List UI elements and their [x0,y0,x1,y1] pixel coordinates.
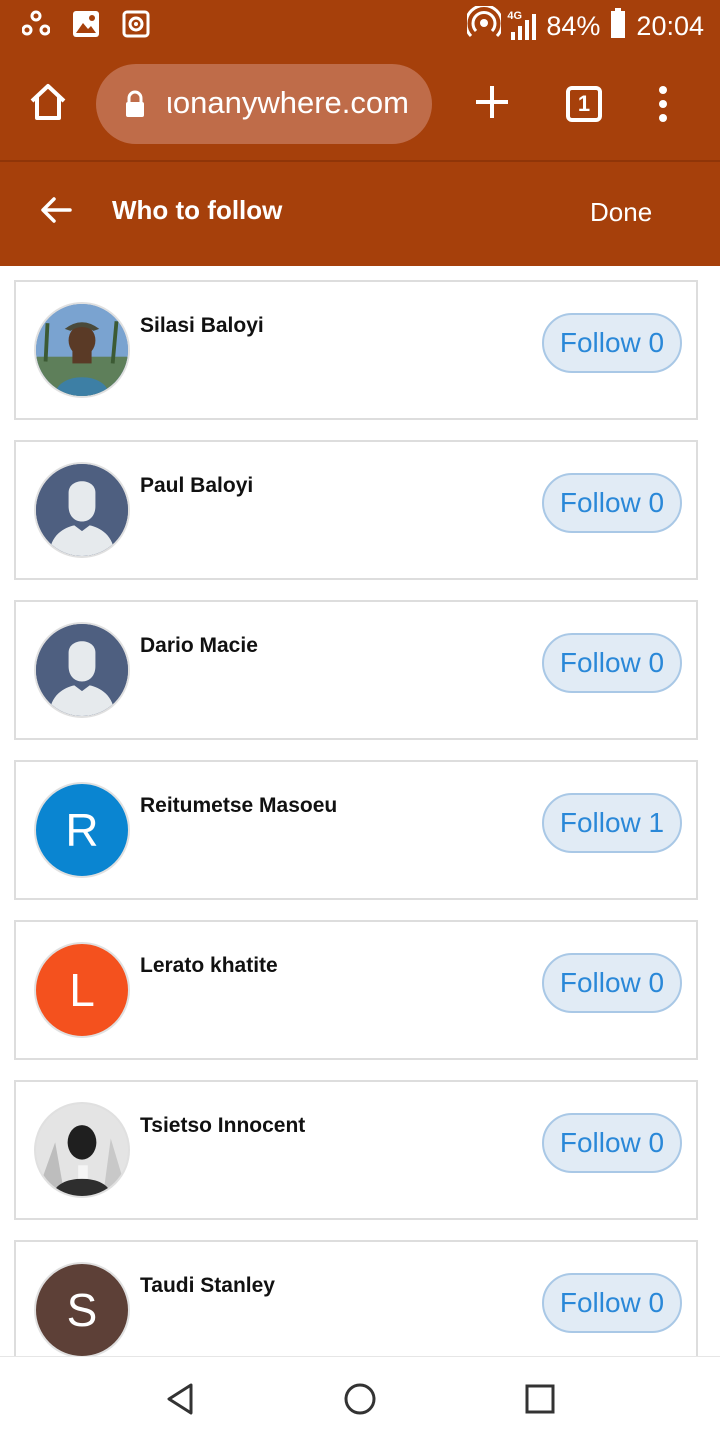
tab-count: 1 [577,91,591,116]
list-item: Dario Macie Follow 0 [14,600,698,740]
lock-icon [124,90,146,123]
signal-icon: 4G [507,10,537,40]
who-to-follow-list: Silasi Baloyi Follow 0 Paul Baloyi Follo… [0,266,720,1356]
list-item: Paul Baloyi Follow 0 [14,440,698,580]
nav-home-icon[interactable] [342,1381,378,1422]
user-name[interactable]: Lerato khatite [140,954,278,978]
follow-button[interactable]: Follow 0 [542,313,682,373]
home-icon[interactable] [26,80,70,124]
avatar[interactable] [34,462,130,558]
overflow-menu-icon[interactable] [652,84,674,124]
nav-recents-icon[interactable] [524,1383,556,1420]
back-arrow-icon[interactable] [38,192,74,228]
status-bar: 4G 84% 20:04 [0,0,720,52]
avatar[interactable] [34,622,130,718]
follow-button[interactable]: Follow 0 [542,473,682,533]
follow-button[interactable]: Follow 0 [542,1113,682,1173]
follow-button[interactable]: Follow 0 [542,633,682,693]
avatar[interactable]: L [34,942,130,1038]
user-name[interactable]: Silasi Baloyi [140,314,264,338]
follow-button[interactable]: Follow 0 [542,953,682,1013]
avatar-initial: L [69,964,95,1016]
gallery-notification-icon [72,10,100,43]
list-item: S Taudi Stanley Follow 0 [14,1240,698,1356]
follow-button[interactable]: Follow 0 [542,1273,682,1333]
share-notification-icon [21,10,51,43]
new-tab-icon[interactable] [470,80,514,124]
battery-icon [610,8,626,45]
list-item: Silasi Baloyi Follow 0 [14,280,698,420]
avatar-initial: R [65,804,99,856]
user-name[interactable]: Reitumetse Masoeu [140,794,337,818]
user-name[interactable]: Paul Baloyi [140,474,253,498]
avatar[interactable]: R [34,782,130,878]
avatar[interactable]: S [34,1262,130,1356]
user-name[interactable]: Tsietso Innocent [140,1114,305,1138]
done-button[interactable]: Done [590,197,652,228]
url-text: ιonanywhere.com [166,85,409,120]
follow-button[interactable]: Follow 1 [542,793,682,853]
user-name[interactable]: Taudi Stanley [140,1274,275,1298]
battery-percent: 84% [546,11,601,41]
list-item: R Reitumetse Masoeu Follow 1 [14,760,698,900]
avatar-initial: S [66,1284,98,1336]
list-item: L Lerato khatite Follow 0 [14,920,698,1060]
address-bar[interactable]: ιonanywhere.com [96,64,432,144]
avatar[interactable] [34,1102,130,1198]
nav-back-icon[interactable] [164,1381,196,1422]
list-item: Tsietso Innocent Follow 0 [14,1080,698,1220]
radio-notification-icon [122,10,150,43]
page-title: Who to follow [112,195,283,225]
system-nav-bar [0,1356,720,1440]
clock: 20:04 [636,11,704,41]
browser-toolbar: ιonanywhere.com 1 [0,52,720,160]
tab-switcher-button[interactable]: 1 [566,86,602,122]
page-header: Who to follow Done [0,162,720,266]
avatar[interactable] [34,302,130,398]
user-name[interactable]: Dario Macie [140,634,258,658]
hotspot-icon [464,4,504,47]
